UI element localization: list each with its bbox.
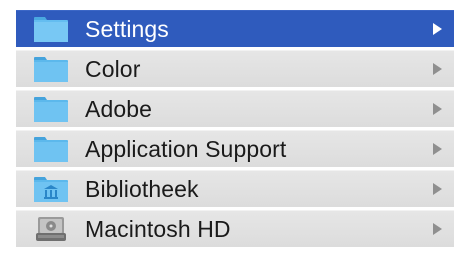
menu-item-macintosh-hd[interactable]: Macintosh HD [16, 210, 454, 247]
menu-item-color[interactable]: Color [16, 50, 454, 87]
menu-item-label: Bibliotheek [85, 175, 199, 202]
folder-icon [31, 54, 71, 84]
library-folder-icon [31, 174, 71, 204]
menu-item-application-support[interactable]: Application Support [16, 130, 454, 167]
menu-item-adobe[interactable]: Adobe [16, 90, 454, 127]
chevron-right-icon [433, 103, 442, 115]
path-menu: Settings Color Adobe Application Support… [16, 10, 454, 247]
folder-icon [31, 14, 71, 44]
menu-item-label: Macintosh HD [85, 215, 231, 242]
chevron-right-icon [433, 63, 442, 75]
hard-drive-icon [31, 214, 71, 244]
folder-icon [31, 94, 71, 124]
menu-item-label: Adobe [85, 95, 153, 122]
menu-item-label: Settings [85, 15, 169, 42]
chevron-right-icon [433, 143, 442, 155]
chevron-right-icon [433, 223, 442, 235]
menu-item-label: Application Support [85, 135, 287, 162]
menu-item-label: Color [85, 55, 141, 82]
menu-item-settings[interactable]: Settings [16, 10, 454, 47]
chevron-right-icon [433, 183, 442, 195]
menu-item-bibliotheek[interactable]: Bibliotheek [16, 170, 454, 207]
folder-icon [31, 134, 71, 164]
chevron-right-icon [433, 23, 442, 35]
